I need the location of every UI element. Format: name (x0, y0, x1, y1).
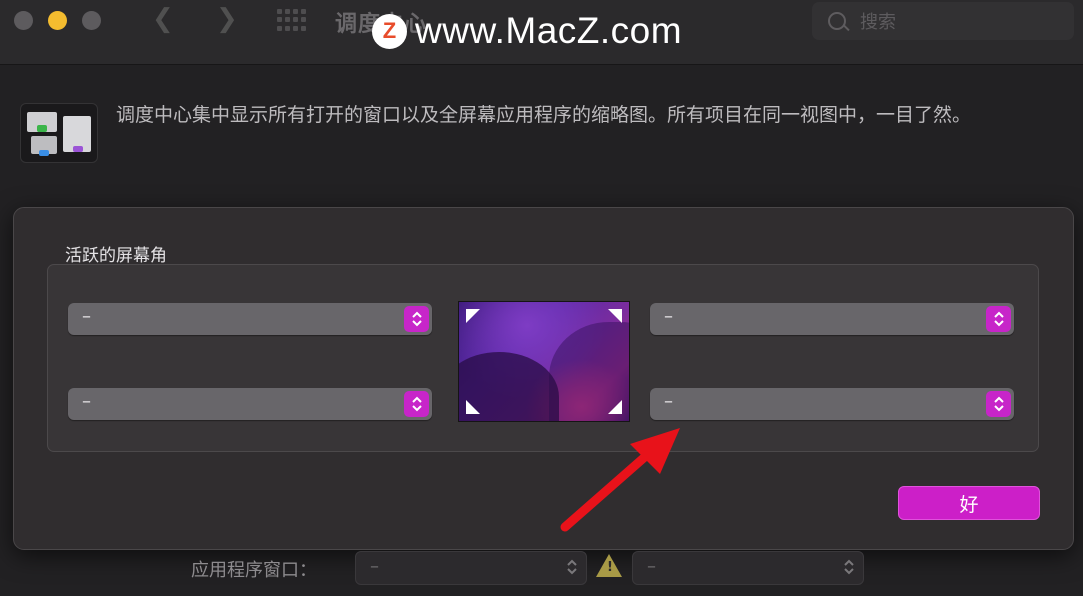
red-arrow-annotation (560, 428, 680, 532)
